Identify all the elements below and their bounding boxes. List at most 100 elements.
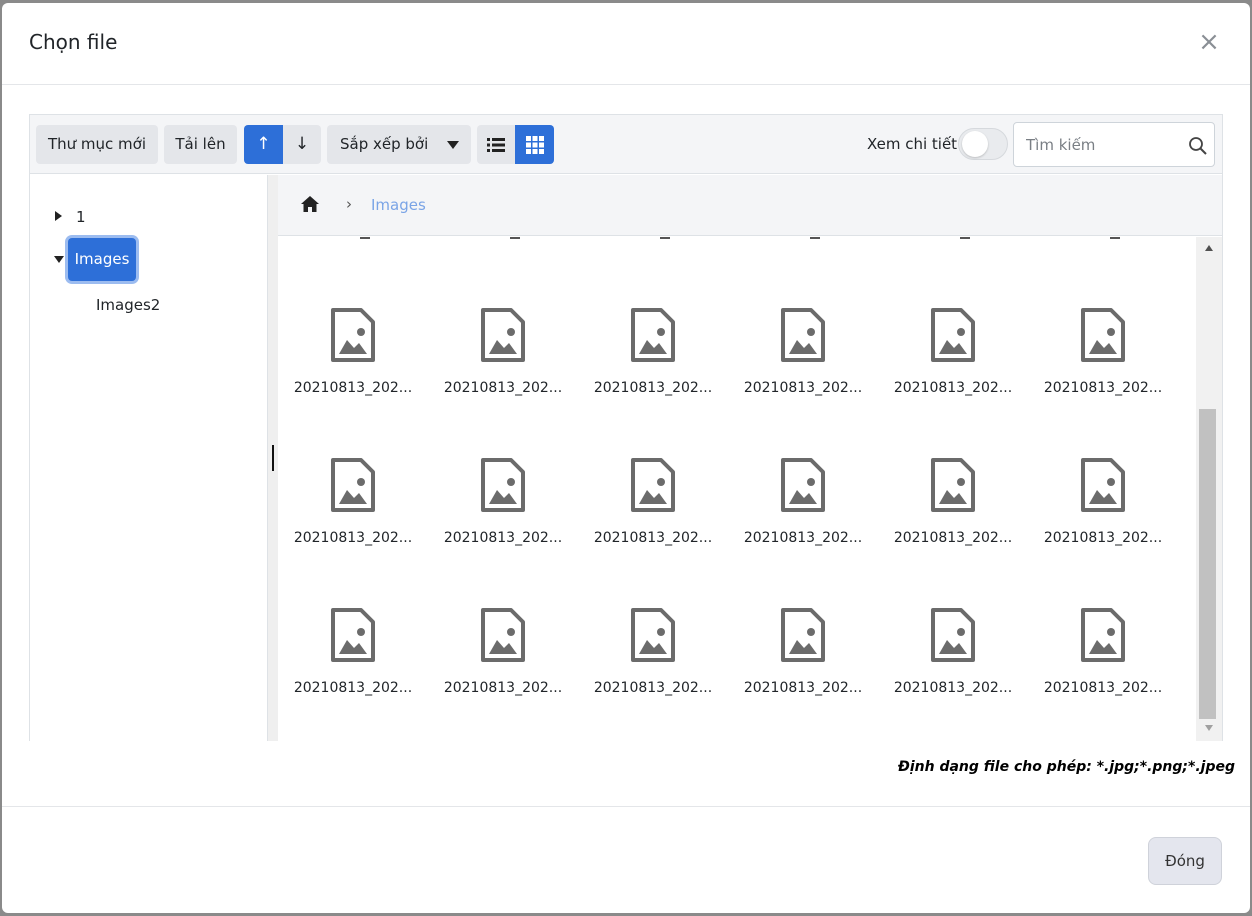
dialog-header: Chọn file ×	[2, 3, 1250, 85]
search-box	[1013, 122, 1215, 167]
file-name: 20210813_202...	[743, 680, 863, 696]
file-item[interactable]: 20210813_202...	[290, 608, 416, 718]
upload-button[interactable]: Tải lên	[164, 125, 237, 164]
file-name: 20210813_202...	[443, 530, 563, 546]
sort-ascending-button[interactable]: ↑	[244, 125, 283, 164]
file-item[interactable]: 20210813_202...	[590, 458, 716, 568]
file-name: 20210813_202...	[1043, 380, 1163, 396]
breadcrumb-item-images[interactable]: Images	[371, 196, 426, 214]
splitter-grip[interactable]	[272, 445, 274, 471]
partial-row-mark	[960, 237, 970, 239]
file-item[interactable]: 20210813_202...	[290, 308, 416, 418]
file-item[interactable]: 20210813_202...	[290, 458, 416, 568]
file-name: 20210813_202...	[293, 380, 413, 396]
file-name: 20210813_202...	[293, 680, 413, 696]
vertical-scrollbar[interactable]	[1196, 237, 1222, 741]
file-item[interactable]: 20210813_202...	[440, 458, 566, 568]
file-item[interactable]: 20210813_202...	[590, 608, 716, 718]
file-name: 20210813_202...	[743, 380, 863, 396]
file-name: 20210813_202...	[443, 680, 563, 696]
collapse-arrow-icon[interactable]	[54, 256, 64, 263]
home-icon[interactable]	[300, 195, 320, 213]
sort-by-label: Sắp xếp bởi	[340, 135, 429, 153]
file-name: 20210813_202...	[743, 530, 863, 546]
image-file-icon	[931, 308, 975, 362]
image-file-icon	[1081, 608, 1125, 662]
file-name: 20210813_202...	[1043, 680, 1163, 696]
sort-by-dropdown[interactable]: Sắp xếp bởi	[327, 125, 471, 164]
file-item[interactable]: 20210813_202...	[890, 458, 1016, 568]
image-file-icon	[331, 458, 375, 512]
list-view-icon	[487, 138, 505, 152]
scroll-up-arrow-icon[interactable]	[1205, 245, 1213, 251]
image-file-icon	[481, 458, 525, 512]
list-view-button[interactable]	[477, 125, 515, 164]
expand-arrow-icon[interactable]	[55, 211, 62, 221]
file-item[interactable]: 20210813_202...	[1040, 608, 1166, 718]
toolbar: Thư mục mới Tải lên ↑ ↓ Sắp xếp bởi Xem …	[30, 115, 1222, 174]
image-file-icon	[931, 458, 975, 512]
file-picker-dialog: Chọn file × Thư mục mới Tải lên ↑ ↓ Sắp …	[2, 3, 1250, 913]
file-item[interactable]: 20210813_202...	[890, 608, 1016, 718]
tree-item-images[interactable]: Images	[68, 238, 136, 281]
grid-view-button[interactable]	[515, 125, 554, 164]
file-item[interactable]: 20210813_202...	[590, 308, 716, 418]
file-name: 20210813_202...	[893, 680, 1013, 696]
partial-row-mark	[1110, 237, 1120, 239]
breadcrumb: › Images	[278, 175, 1222, 236]
image-file-icon	[631, 308, 675, 362]
file-name: 20210813_202...	[1043, 530, 1163, 546]
pane-splitter[interactable]	[267, 175, 278, 741]
partial-row-mark	[810, 237, 820, 239]
file-name: 20210813_202...	[593, 380, 713, 396]
image-file-icon	[631, 608, 675, 662]
image-file-icon	[781, 608, 825, 662]
file-name: 20210813_202...	[293, 530, 413, 546]
image-file-icon	[631, 458, 675, 512]
file-name: 20210813_202...	[443, 380, 563, 396]
dialog-title: Chọn file	[29, 30, 118, 54]
new-folder-button[interactable]: Thư mục mới	[36, 125, 158, 164]
file-item[interactable]: 20210813_202...	[740, 458, 866, 568]
file-item[interactable]: 20210813_202...	[440, 608, 566, 718]
scrollbar-thumb[interactable]	[1199, 409, 1216, 719]
file-name: 20210813_202...	[893, 530, 1013, 546]
close-icon[interactable]: ×	[1198, 29, 1220, 55]
folder-tree: 1 Images Images2	[30, 175, 267, 741]
file-item[interactable]: 20210813_202...	[440, 308, 566, 418]
partial-row-mark	[360, 237, 370, 239]
image-file-icon	[781, 308, 825, 362]
scroll-down-arrow-icon[interactable]	[1205, 725, 1213, 731]
partial-row-mark	[510, 237, 520, 239]
grid-view-icon	[525, 136, 544, 154]
search-input[interactable]	[1026, 133, 1176, 157]
search-icon[interactable]	[1188, 136, 1208, 156]
file-item[interactable]: 20210813_202...	[740, 308, 866, 418]
file-manager: Thư mục mới Tải lên ↑ ↓ Sắp xếp bởi Xem …	[29, 114, 1223, 741]
image-file-icon	[331, 308, 375, 362]
dialog-footer: Đóng	[2, 806, 1250, 913]
caret-down-icon	[447, 141, 459, 149]
image-file-icon	[481, 308, 525, 362]
tree-item-images2[interactable]: Images2	[96, 296, 160, 314]
file-name: 20210813_202...	[893, 380, 1013, 396]
close-button[interactable]: Đóng	[1148, 837, 1222, 885]
partial-row-mark	[660, 237, 670, 239]
detail-view-toggle[interactable]	[958, 128, 1008, 160]
file-item[interactable]: 20210813_202...	[890, 308, 1016, 418]
allowed-formats-hint: Định dạng file cho phép: *.jpg;*.png;*.j…	[898, 759, 1235, 775]
file-grid: 20210813_202... 20210813_202... 20210813_2…	[278, 237, 1196, 741]
toggle-knob	[962, 131, 988, 157]
file-name: 20210813_202...	[593, 680, 713, 696]
file-item[interactable]: 20210813_202...	[1040, 308, 1166, 418]
tree-item-1[interactable]: 1	[76, 208, 86, 226]
sort-descending-button[interactable]: ↓	[283, 125, 321, 164]
breadcrumb-separator: ›	[346, 195, 352, 213]
image-file-icon	[781, 458, 825, 512]
image-file-icon	[1081, 308, 1125, 362]
file-view: › Images 20210813_202... 20210813_202... 2…	[278, 175, 1222, 741]
file-item[interactable]: 20210813_202...	[740, 608, 866, 718]
file-item[interactable]: 20210813_202...	[1040, 458, 1166, 568]
file-name: 20210813_202...	[593, 530, 713, 546]
image-file-icon	[331, 608, 375, 662]
